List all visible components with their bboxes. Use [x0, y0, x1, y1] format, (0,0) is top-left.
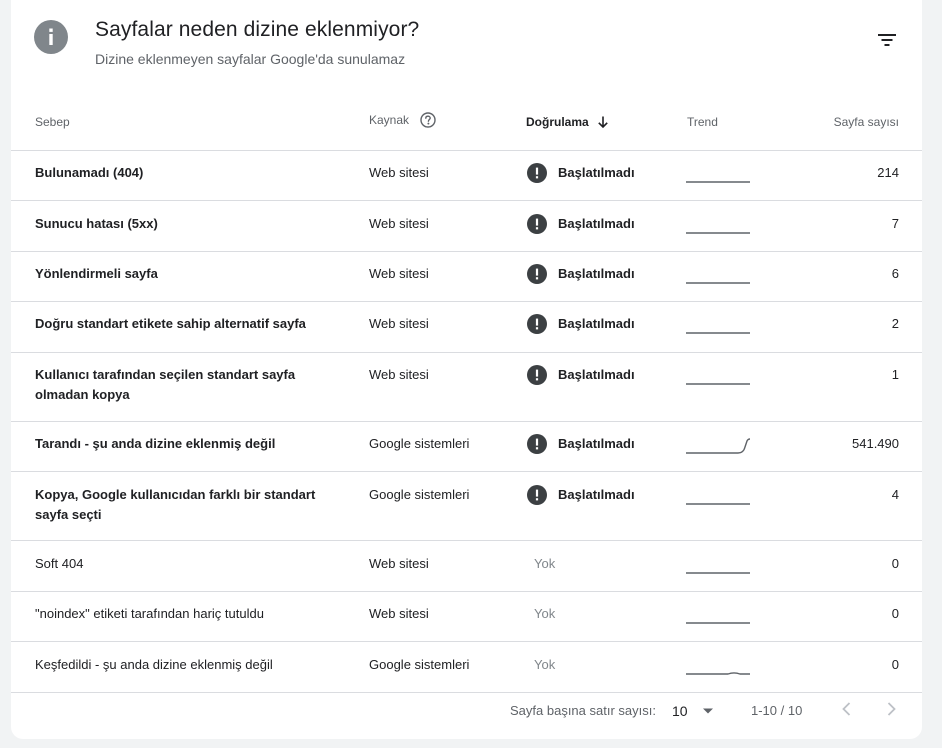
- row-source: Web sitesi: [369, 316, 429, 331]
- row-source: Web sitesi: [369, 556, 429, 571]
- table-pagination: Sayfa başına satır sayısı: 10 1-10 / 10: [11, 683, 922, 739]
- table-row[interactable]: Tarandı - şu anda dizine eklenmiş değil G…: [11, 422, 922, 472]
- trend-sparkline: [686, 435, 752, 461]
- table-header: Sebep Kaynak Doğrulama Trend Sayfa sayıs…: [11, 100, 922, 151]
- alert-icon: [527, 434, 547, 454]
- table-row[interactable]: Sunucu hatası (5xx) Web sitesi Başlatılmad…: [11, 201, 922, 252]
- row-validation: Yok: [534, 556, 556, 571]
- filter-button[interactable]: [871, 24, 903, 56]
- table-row[interactable]: Kopya, Google kullanıcıdan farklı bir st…: [11, 472, 922, 541]
- validation-status: Başlatılmadı: [558, 316, 635, 331]
- row-validation: Başlatılmadı: [527, 264, 635, 284]
- row-validation: Başlatılmadı: [527, 434, 635, 454]
- row-page-count: 4: [891, 487, 899, 502]
- trend-sparkline: [686, 555, 752, 581]
- row-source: Google sistemleri: [369, 436, 470, 451]
- row-reason: Keşfedildi - şu anda dizine eklenmiş değ…: [35, 657, 273, 672]
- row-reason: Bulunamadı (404): [35, 165, 144, 180]
- row-page-count: 7: [891, 216, 899, 231]
- alert-icon: [527, 163, 547, 183]
- row-validation: Başlatılmadı: [527, 314, 635, 334]
- previous-page-button[interactable]: [837, 699, 857, 719]
- info-icon: [34, 20, 68, 54]
- table-row[interactable]: Yönlendirmeli sayfa Web sitesi Başlatılmad…: [11, 252, 922, 302]
- row-source: Web sitesi: [369, 266, 429, 281]
- row-page-count: 214: [877, 165, 899, 180]
- column-header-validation[interactable]: Doğrulama: [526, 115, 610, 129]
- row-validation: Başlatılmadı: [527, 485, 635, 505]
- table-row[interactable]: "noindex" etiketi tarafından hariç tutul…: [11, 592, 922, 642]
- trend-sparkline: [686, 265, 752, 291]
- chevron-down-icon[interactable]: [701, 704, 715, 718]
- row-page-count: 0: [891, 556, 899, 571]
- page-title: Sayfalar neden dizine eklenmiyor?: [95, 18, 420, 41]
- column-header-reason[interactable]: Sebep: [35, 115, 70, 129]
- validation-status: Başlatılmadı: [558, 367, 635, 382]
- trend-sparkline: [686, 656, 752, 682]
- filter-icon: [878, 34, 896, 46]
- column-header-source[interactable]: Kaynak: [369, 111, 437, 129]
- table-row[interactable]: Doğru standart etikete sahip alternatif …: [11, 302, 922, 353]
- table-row[interactable]: Soft 404 Web sitesi Yok 0: [11, 541, 922, 592]
- trend-sparkline: [686, 215, 752, 241]
- row-page-count: 541.490: [852, 436, 899, 451]
- pagination-range: 1-10 / 10: [751, 703, 803, 718]
- row-page-count: 6: [891, 266, 899, 281]
- row-source: Google sistemleri: [369, 487, 470, 502]
- validation-status: Başlatılmadı: [558, 216, 635, 231]
- row-reason: "noindex" etiketi tarafından hariç tutul…: [35, 606, 264, 621]
- alert-icon: [527, 485, 547, 505]
- row-reason: Soft 404: [35, 556, 84, 571]
- card-header: Sayfalar neden dizine eklenmiyor? Dizine…: [11, 0, 922, 100]
- column-header-count[interactable]: Sayfa sayısı: [834, 115, 899, 129]
- row-reason: Kullanıcı tarafından seçilen standart sa…: [35, 367, 296, 402]
- row-page-count: 0: [891, 606, 899, 621]
- row-validation: Yok: [534, 657, 556, 672]
- row-validation: Başlatılmadı: [527, 163, 635, 183]
- next-page-button[interactable]: [881, 699, 901, 719]
- trend-sparkline: [686, 486, 752, 512]
- trend-sparkline: [686, 366, 752, 392]
- row-source: Web sitesi: [369, 165, 429, 180]
- row-reason: Doğru standart etikete sahip alternatif …: [35, 316, 306, 331]
- row-source: Web sitesi: [369, 367, 429, 382]
- alert-icon: [527, 264, 547, 284]
- validation-status: Başlatılmadı: [558, 266, 635, 281]
- alert-icon: [527, 214, 547, 234]
- trend-sparkline: [686, 164, 752, 190]
- validation-status: Başlatılmadı: [558, 436, 635, 451]
- column-header-trend[interactable]: Trend: [687, 115, 718, 129]
- arrow-down-icon: [597, 116, 608, 129]
- trend-sparkline: [686, 605, 752, 631]
- table-body: Bulunamadı (404) Web sitesi Başlatılmadı 21…: [11, 151, 922, 693]
- alert-icon: [527, 365, 547, 385]
- validation-status: Başlatılmadı: [558, 165, 635, 180]
- row-validation: Yok: [534, 606, 556, 621]
- page-subtitle: Dizine eklenmeyen sayfalar Google'da sun…: [95, 51, 406, 67]
- validation-status: Başlatılmadı: [558, 487, 635, 502]
- row-page-count: 2: [891, 316, 899, 331]
- table-row[interactable]: Kullanıcı tarafından seçilen standart sa…: [11, 353, 922, 422]
- row-validation: Başlatılmadı: [527, 365, 635, 385]
- row-page-count: 0: [891, 657, 899, 672]
- row-validation: Başlatılmadı: [527, 214, 635, 234]
- row-page-count: 1: [891, 367, 899, 382]
- alert-icon: [527, 314, 547, 334]
- report-card: Sayfalar neden dizine eklenmiyor? Dizine…: [11, 0, 922, 739]
- table-row[interactable]: Bulunamadı (404) Web sitesi Başlatılmadı 21…: [11, 151, 922, 201]
- trend-sparkline: [686, 315, 752, 341]
- row-reason: Kopya, Google kullanıcıdan farklı bir st…: [35, 487, 316, 522]
- row-source: Web sitesi: [369, 606, 429, 621]
- row-reason: Yönlendirmeli sayfa: [35, 266, 158, 281]
- row-reason: Tarandı - şu anda dizine eklenmiş değil: [35, 436, 276, 451]
- help-icon[interactable]: [419, 111, 437, 129]
- rows-per-page-label: Sayfa başına satır sayısı:: [510, 703, 656, 718]
- rows-per-page-value[interactable]: 10: [672, 703, 688, 719]
- row-reason: Sunucu hatası (5xx): [35, 216, 158, 231]
- row-source: Web sitesi: [369, 216, 429, 231]
- row-source: Google sistemleri: [369, 657, 470, 672]
